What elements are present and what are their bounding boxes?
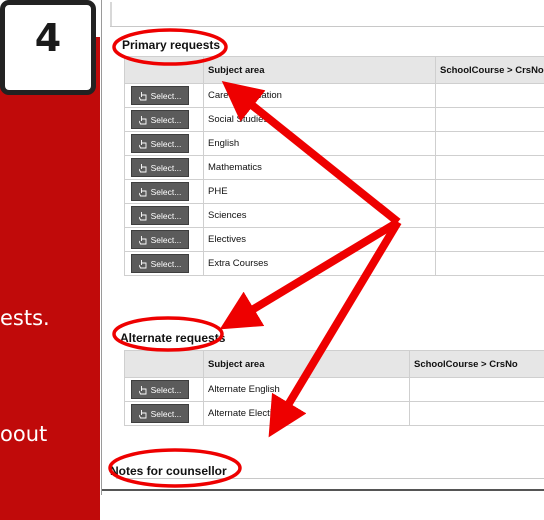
hand-pointer-icon	[138, 139, 147, 148]
select-button[interactable]: Select...	[131, 110, 189, 129]
course-number-cell[interactable]	[435, 131, 544, 156]
select-cell: Select...	[124, 227, 204, 252]
select-button-label: Select...	[150, 258, 182, 269]
table-row: Select... Alternate English	[124, 377, 544, 402]
select-cell: Select...	[124, 131, 204, 156]
select-button-label: Select...	[150, 210, 182, 221]
subject-area-cell: Social Studies	[203, 107, 436, 132]
table-header-row: Subject area SchoolCourse > CrsNo	[124, 350, 544, 378]
form-frame-edge	[110, 2, 112, 26]
column-header-subject-area: Subject area	[203, 56, 436, 84]
select-cell: Select...	[124, 83, 204, 108]
course-number-cell[interactable]	[409, 377, 544, 402]
step-badge: 4	[0, 0, 96, 95]
select-button-label: Select...	[150, 162, 182, 173]
hand-pointer-icon	[138, 259, 147, 268]
primary-requests-table: Subject area SchoolCourse > CrsNo Select…	[124, 56, 544, 276]
table-row: Select... Electives	[124, 227, 544, 252]
select-button-label: Select...	[150, 90, 182, 101]
subject-area-cell: Sciences	[203, 203, 436, 228]
table-row: Select... PHE	[124, 179, 544, 204]
hand-pointer-icon	[138, 211, 147, 220]
table-row: Select... English	[124, 131, 544, 156]
select-button-label: Select...	[150, 138, 182, 149]
column-header-subject-area: Subject area	[203, 350, 410, 378]
table-row: Select... Social Studies	[124, 107, 544, 132]
subject-area-cell: Electives	[203, 227, 436, 252]
table-header-row: Subject area SchoolCourse > CrsNo	[124, 56, 544, 84]
subject-area-cell: English	[203, 131, 436, 156]
subject-area-cell: Alternate Electives	[203, 401, 410, 426]
hand-pointer-icon	[138, 385, 147, 394]
notes-for-counsellor-title: Notes for counsellor	[110, 464, 227, 478]
hand-pointer-icon	[138, 115, 147, 124]
alternate-requests-title: Alternate requests	[120, 331, 226, 345]
course-number-cell[interactable]	[435, 251, 544, 276]
subject-area-cell: Career Education	[203, 83, 436, 108]
hand-pointer-icon	[138, 91, 147, 100]
select-cell: Select...	[124, 377, 204, 402]
course-number-cell[interactable]	[409, 401, 544, 426]
course-number-cell[interactable]	[435, 227, 544, 252]
select-button[interactable]: Select...	[131, 182, 189, 201]
column-header-select	[124, 56, 204, 84]
table-row: Select... Alternate Electives	[124, 401, 544, 426]
subject-area-cell: Alternate English	[203, 377, 410, 402]
table-row: Select... Extra Courses	[124, 251, 544, 276]
select-button-label: Select...	[150, 114, 182, 125]
select-button[interactable]: Select...	[131, 254, 189, 273]
notes-field-border	[116, 478, 544, 479]
select-button-label: Select...	[150, 186, 182, 197]
column-header-course-number: SchoolCourse > CrsNo	[435, 56, 544, 84]
select-cell: Select...	[124, 203, 204, 228]
table-row: Select... Sciences	[124, 203, 544, 228]
select-cell: Select...	[124, 251, 204, 276]
instruction-text-fragment: ests.	[0, 306, 50, 330]
hand-pointer-icon	[138, 187, 147, 196]
instruction-text-fragment: oout	[0, 422, 48, 446]
select-cell: Select...	[124, 107, 204, 132]
select-button-label: Select...	[150, 234, 182, 245]
course-request-form: Primary requests Subject area SchoolCour…	[101, 0, 544, 495]
select-button[interactable]: Select...	[131, 158, 189, 177]
instruction-panel	[0, 37, 100, 520]
select-button[interactable]: Select...	[131, 134, 189, 153]
subject-area-cell: Extra Courses	[203, 251, 436, 276]
form-top-border	[110, 26, 544, 27]
course-number-cell[interactable]	[435, 203, 544, 228]
hand-pointer-icon	[138, 235, 147, 244]
select-button[interactable]: Select...	[131, 404, 189, 423]
step-number: 4	[34, 16, 62, 60]
column-header-select	[124, 350, 204, 378]
subject-area-cell: Mathematics	[203, 155, 436, 180]
subject-area-cell: PHE	[203, 179, 436, 204]
select-cell: Select...	[124, 155, 204, 180]
course-number-cell[interactable]	[435, 155, 544, 180]
course-number-cell[interactable]	[435, 179, 544, 204]
table-row: Select... Mathematics	[124, 155, 544, 180]
select-button[interactable]: Select...	[131, 206, 189, 225]
course-number-cell[interactable]	[435, 83, 544, 108]
course-number-cell[interactable]	[435, 107, 544, 132]
select-button-label: Select...	[150, 408, 182, 419]
alternate-requests-table: Subject area SchoolCourse > CrsNo Select…	[124, 350, 544, 426]
select-button[interactable]: Select...	[131, 380, 189, 399]
form-bottom-border	[102, 489, 544, 491]
primary-requests-title: Primary requests	[122, 38, 221, 52]
table-row: Select... Career Education	[124, 83, 544, 108]
select-cell: Select...	[124, 179, 204, 204]
hand-pointer-icon	[138, 409, 147, 418]
select-button[interactable]: Select...	[131, 230, 189, 249]
hand-pointer-icon	[138, 163, 147, 172]
column-header-course-number: SchoolCourse > CrsNo	[409, 350, 544, 378]
select-button[interactable]: Select...	[131, 86, 189, 105]
select-button-label: Select...	[150, 384, 182, 395]
select-cell: Select...	[124, 401, 204, 426]
